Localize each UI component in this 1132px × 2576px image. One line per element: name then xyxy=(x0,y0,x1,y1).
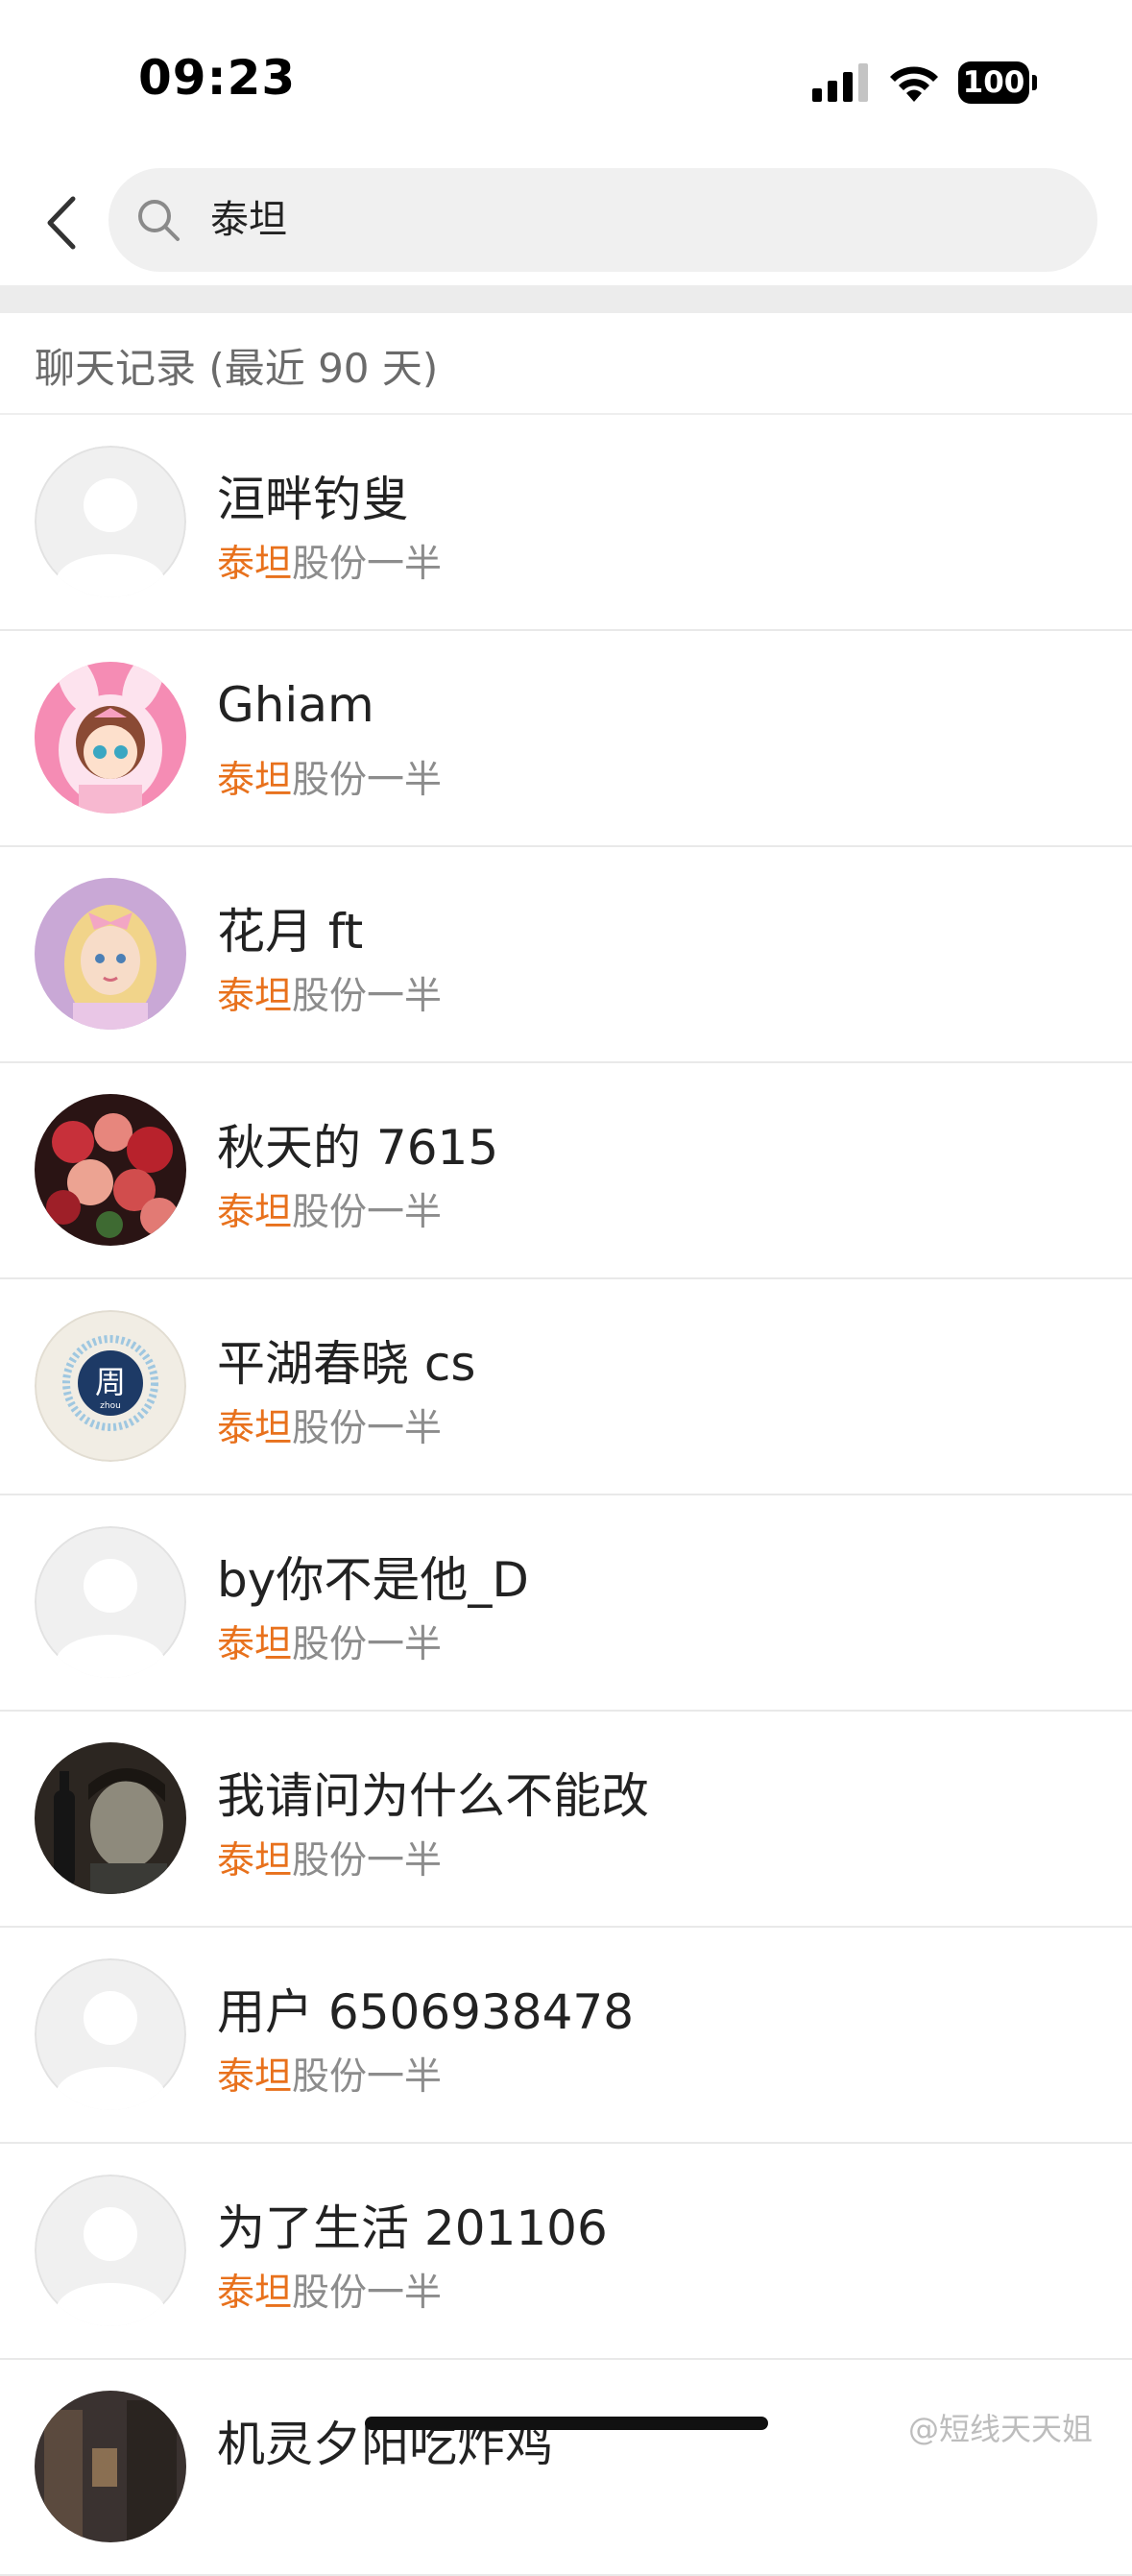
default-avatar-icon xyxy=(35,1526,186,1678)
home-indicator[interactable] xyxy=(365,2417,768,2430)
list-item[interactable]: 秋天的 7615 泰坦股份一半 xyxy=(0,1063,1132,1279)
list-item[interactable]: Ghiam 泰坦股份一半 xyxy=(0,631,1132,847)
contact-name: 我请问为什么不能改 xyxy=(217,1768,649,1824)
anime-girl-avatar xyxy=(35,662,186,814)
seal-char: 周 xyxy=(95,1364,126,1400)
snippet-text: 股份一半 xyxy=(292,543,443,586)
default-avatar-icon xyxy=(35,446,186,597)
list-item[interactable]: 我请问为什么不能改 泰坦股份一半 xyxy=(0,1712,1132,1928)
list-item[interactable]: 用户 6506938478 泰坦股份一半 xyxy=(0,1928,1132,2144)
keyword-highlight: 泰坦 xyxy=(217,975,293,1018)
snippet-text: 股份一半 xyxy=(292,2055,443,2099)
status-bar: 09:23 100 xyxy=(0,0,1132,163)
contact-name: 平湖春晓 cs xyxy=(217,1336,476,1392)
message-snippet: 泰坦股份一半 xyxy=(217,966,442,1020)
contact-name: 为了生活 201106 xyxy=(217,2200,608,2256)
street-photo-avatar xyxy=(35,2391,186,2542)
snippet-text: 股份一半 xyxy=(292,1839,443,1883)
chevron-left-icon xyxy=(47,196,76,250)
snippet-text: 股份一半 xyxy=(292,2272,443,2315)
snippet-text: 股份一半 xyxy=(292,1407,443,1450)
keyword-highlight: 泰坦 xyxy=(217,543,293,586)
search-icon xyxy=(138,200,180,241)
keyword-highlight: 泰坦 xyxy=(217,759,293,802)
message-snippet: 泰坦股份一半 xyxy=(217,534,442,588)
wifi-icon xyxy=(890,66,938,102)
header-separator xyxy=(0,285,1132,313)
list-item[interactable]: 花月 ft 泰坦股份一半 xyxy=(0,847,1132,1063)
snippet-text: 股份一半 xyxy=(292,975,443,1018)
message-snippet: 泰坦股份一半 xyxy=(217,1398,442,1452)
chat-result-list: 洹畔钓叟 泰坦股份一半 Ghiam 泰坦股份一半 花月 ft 泰坦股份一半 秋天… xyxy=(0,415,1132,2576)
seal-pinyin: zhou xyxy=(100,1401,121,1411)
contact-name: Ghiam xyxy=(217,677,374,733)
battery-tip xyxy=(1032,75,1037,90)
keyword-highlight: 泰坦 xyxy=(217,2272,293,2315)
keyword-highlight: 泰坦 xyxy=(217,1623,293,1666)
zhou-seal-avatar: 周 zhou xyxy=(35,1310,186,1462)
contact-name: 花月 ft xyxy=(217,904,364,960)
back-button[interactable] xyxy=(27,184,94,261)
doll-girl-avatar xyxy=(35,878,186,1030)
message-snippet: 泰坦股份一半 xyxy=(217,1615,442,1668)
list-item[interactable]: by你不是他_D 泰坦股份一半 xyxy=(0,1495,1132,1712)
default-avatar-icon xyxy=(35,2175,186,2326)
keyword-highlight: 泰坦 xyxy=(217,2055,293,2099)
default-avatar-icon xyxy=(35,1958,186,2110)
list-item[interactable]: 洹畔钓叟 泰坦股份一半 xyxy=(0,415,1132,631)
keyword-highlight: 泰坦 xyxy=(217,1839,293,1883)
list-item[interactable]: 周 zhou 平湖春晓 cs 泰坦股份一半 xyxy=(0,1279,1132,1495)
snippet-text: 股份一半 xyxy=(292,759,443,802)
contact-name: by你不是他_D xyxy=(217,1552,529,1608)
list-item[interactable]: 机灵夕阳吃炸鸡 xyxy=(0,2360,1132,2576)
contact-name: 用户 6506938478 xyxy=(217,1984,635,2040)
contact-name: 洹畔钓叟 xyxy=(217,472,409,527)
message-snippet: 泰坦股份一半 xyxy=(217,750,442,804)
section-title: 聊天记录 (最近 90 天) xyxy=(35,345,439,392)
cellular-signal-icon xyxy=(812,63,868,102)
keyword-highlight: 泰坦 xyxy=(217,1191,293,1234)
message-snippet: 泰坦股份一半 xyxy=(217,1182,442,1236)
battery-icon: 100 xyxy=(958,61,1037,104)
search-input[interactable]: 泰坦 xyxy=(108,168,1097,272)
message-snippet: 泰坦股份一半 xyxy=(217,1831,442,1884)
person-photo-avatar xyxy=(35,1742,186,1894)
status-time: 09:23 xyxy=(138,50,297,106)
snippet-text: 股份一半 xyxy=(292,1623,443,1666)
snippet-text: 股份一半 xyxy=(292,1191,443,1234)
contact-name: 秋天的 7615 xyxy=(217,1120,499,1176)
watermark: @短线天天姐 xyxy=(908,2411,1094,2447)
keyword-highlight: 泰坦 xyxy=(217,1407,293,1450)
message-snippet: 泰坦股份一半 xyxy=(217,2263,442,2317)
message-snippet: 泰坦股份一半 xyxy=(217,2047,442,2101)
search-query[interactable]: 泰坦 xyxy=(210,193,287,247)
battery-level: 100 xyxy=(958,61,1029,104)
search-header: 泰坦 xyxy=(0,163,1132,286)
list-item[interactable]: 为了生活 201106 泰坦股份一半 xyxy=(0,2144,1132,2360)
red-flowers-avatar xyxy=(35,1094,186,1246)
